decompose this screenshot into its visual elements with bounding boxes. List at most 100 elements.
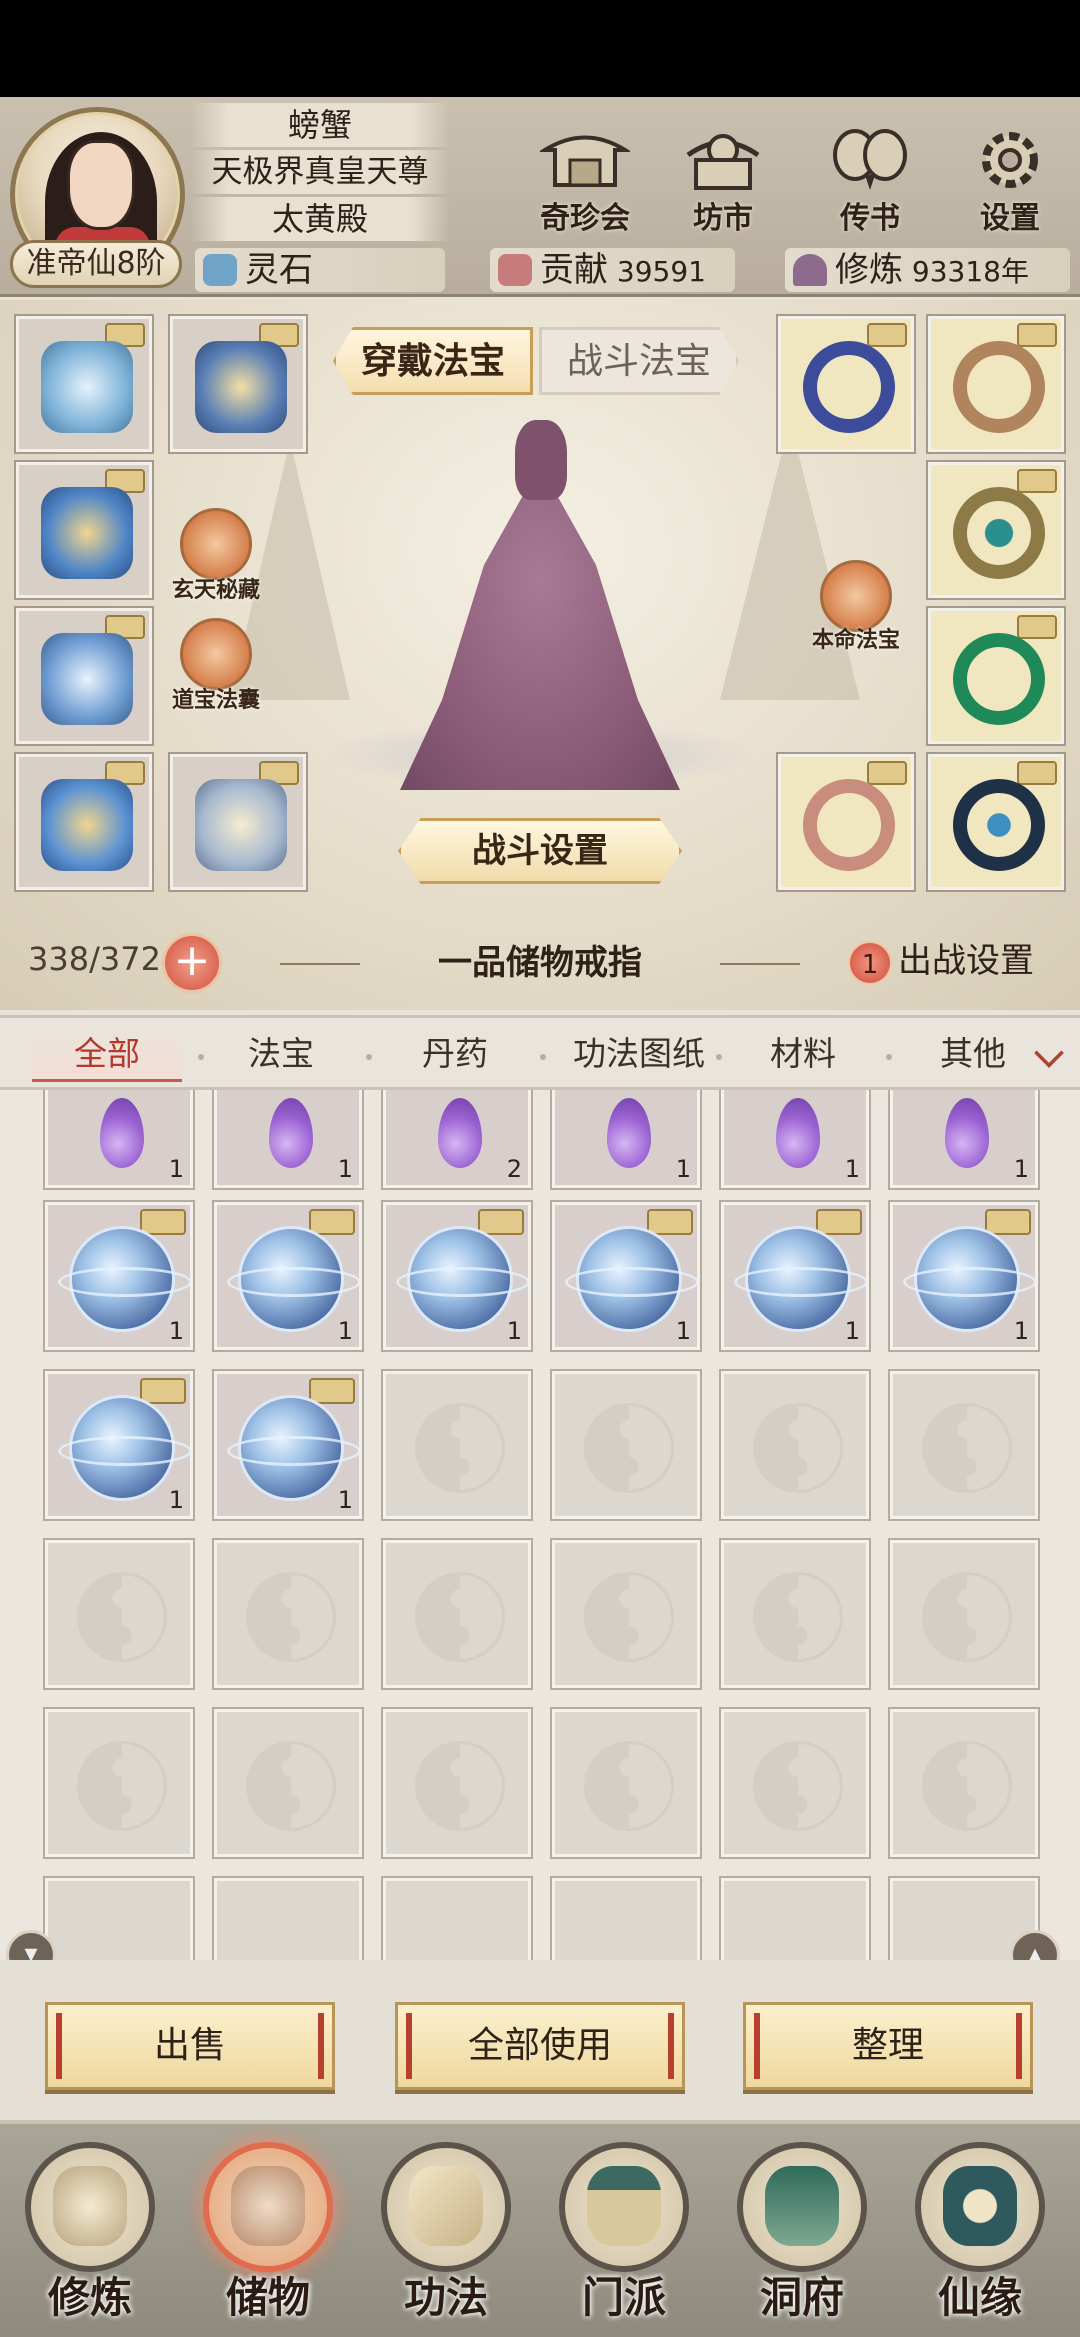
empty-cell[interactable]: [721, 1878, 869, 1960]
equip-slot-ring-4[interactable]: [928, 608, 1064, 744]
nav-label: 仙缘: [937, 2273, 1022, 2322]
empty-cell[interactable]: [214, 1540, 362, 1688]
cultivation-icon: [793, 254, 827, 286]
item-count: 1: [675, 1155, 691, 1183]
item-cell[interactable]: 1: [552, 1202, 700, 1350]
ring-icon: [953, 487, 1045, 579]
empty-cell[interactable]: [45, 1540, 193, 1688]
empty-cell[interactable]: [890, 1540, 1038, 1688]
item-cell[interactable]: 1: [45, 1202, 193, 1350]
nav-label: 储物: [225, 2273, 310, 2322]
empty-cell[interactable]: [552, 1878, 700, 1960]
player-title: 天极界真皇天尊: [190, 150, 450, 194]
equip-slot-armor[interactable]: [16, 462, 152, 598]
empty-cell[interactable]: [383, 1878, 531, 1960]
empty-cell[interactable]: [890, 1371, 1038, 1519]
empty-cell[interactable]: [721, 1540, 869, 1688]
empty-cell[interactable]: [552, 1371, 700, 1519]
settings-button[interactable]: 设置: [955, 125, 1065, 236]
nav-label: 修炼: [47, 2273, 132, 2322]
empty-cell[interactable]: [45, 1878, 193, 1960]
tab-pills[interactable]: 丹药: [380, 1026, 530, 1082]
empty-cell[interactable]: [214, 1878, 362, 1960]
item-cell[interactable]: 1: [890, 1090, 1038, 1188]
nav-techniques[interactable]: 功法: [361, 2136, 531, 2336]
tab-others[interactable]: 其他: [898, 1026, 1048, 1082]
equip-slot-ring-5[interactable]: [778, 754, 914, 890]
mountain-icon: [765, 2166, 839, 2246]
item-cell[interactable]: 1: [721, 1202, 869, 1350]
tab-materials[interactable]: 材料: [728, 1026, 878, 1082]
item-cell[interactable]: 1: [383, 1202, 531, 1350]
use-all-button[interactable]: 全部使用: [395, 2002, 685, 2090]
sort-button[interactable]: 整理: [743, 2002, 1033, 2090]
equip-slot-ring-3[interactable]: [928, 462, 1064, 598]
nav-cave-mansion[interactable]: 洞府: [717, 2136, 887, 2336]
item-cell[interactable]: 1: [890, 1202, 1038, 1350]
market-button[interactable]: 坊市: [668, 125, 778, 236]
treasure-pavilion-button[interactable]: 奇珍会: [530, 125, 640, 236]
tab-treasure[interactable]: 法宝: [206, 1026, 356, 1082]
empty-cell[interactable]: [552, 1540, 700, 1688]
item-cell[interactable]: 1: [45, 1090, 193, 1188]
cultivation-value: 93318年: [911, 255, 1029, 288]
daobao-bag-button[interactable]: [180, 618, 252, 690]
sell-button[interactable]: 出售: [45, 2002, 335, 2090]
player-name: 螃蟹: [190, 103, 450, 147]
nav-sect[interactable]: 门派: [539, 2136, 709, 2336]
deploy-settings-button[interactable]: 1 出战设置: [848, 933, 1034, 985]
tab-worn-treasure[interactable]: 穿戴法宝: [333, 327, 533, 395]
item-cell[interactable]: 1: [214, 1202, 362, 1350]
equip-slot-ring-2[interactable]: [928, 316, 1064, 452]
empty-cell[interactable]: [721, 1709, 869, 1857]
tab-separator: [366, 1054, 372, 1060]
xuantian-treasury-button[interactable]: [180, 508, 252, 580]
item-count: 1: [168, 1317, 184, 1345]
storage-ring-name: 一品储物戒指: [280, 935, 800, 991]
empty-cell[interactable]: [721, 1371, 869, 1519]
item-cell[interactable]: 1: [214, 1371, 362, 1519]
tab-battle-treasure[interactable]: 战斗法宝: [539, 327, 739, 395]
empty-cell[interactable]: [45, 1709, 193, 1857]
gear-icon: [965, 125, 1055, 195]
lock-icon: [140, 1378, 186, 1404]
nav-cultivate[interactable]: 修炼: [5, 2136, 175, 2336]
yin-yang-icon: [922, 1403, 1012, 1493]
lock-icon: [867, 761, 907, 785]
empty-cell[interactable]: [214, 1709, 362, 1857]
figure-head: [515, 420, 567, 500]
tab-techniques[interactable]: 功法图纸: [554, 1026, 724, 1082]
equip-slot-pants[interactable]: [16, 754, 152, 890]
battle-settings-button[interactable]: 战斗设置: [398, 818, 682, 884]
equip-slot-helmet[interactable]: [170, 316, 306, 452]
expand-storage-button[interactable]: +: [162, 933, 222, 993]
item-count: 1: [1013, 1317, 1029, 1345]
item-cell[interactable]: 1: [552, 1090, 700, 1188]
empty-cell[interactable]: [383, 1540, 531, 1688]
equip-slot-boots[interactable]: [170, 754, 306, 890]
boots-icon: [195, 779, 287, 871]
item-cell[interactable]: 1: [45, 1371, 193, 1519]
storage-header: 338/372 + 一品储物戒指 1 出战设置: [0, 925, 1080, 1009]
empty-cell[interactable]: [890, 1709, 1038, 1857]
equip-slot-necklace[interactable]: [16, 316, 152, 452]
empty-cell[interactable]: [383, 1709, 531, 1857]
pavilion-label: 奇珍会: [540, 201, 630, 236]
item-cell[interactable]: 1: [721, 1090, 869, 1188]
xuantian-treasury-label: 玄天秘藏: [171, 578, 260, 603]
equip-slot-ring-6[interactable]: [928, 754, 1064, 890]
item-cell[interactable]: 1: [214, 1090, 362, 1188]
equip-slot-ring-1[interactable]: [778, 316, 914, 452]
nav-fate[interactable]: 仙缘: [895, 2136, 1065, 2336]
yin-yang-icon: [77, 1572, 167, 1662]
spirit-orb-icon: [227, 1398, 361, 1498]
letters-button[interactable]: 传书: [815, 125, 925, 236]
item-cell[interactable]: 2: [383, 1090, 531, 1188]
spirit-stone-label: 灵石: [245, 250, 313, 290]
empty-cell[interactable]: [552, 1709, 700, 1857]
empty-cell[interactable]: [383, 1371, 531, 1519]
nav-storage[interactable]: 储物: [183, 2136, 353, 2336]
tab-all[interactable]: 全部: [32, 1026, 182, 1082]
equip-slot-gloves[interactable]: [16, 608, 152, 744]
item-grid[interactable]: 1 1 2 1 1 1 1 1 1 1 1 1 1 1: [0, 1090, 1080, 1960]
